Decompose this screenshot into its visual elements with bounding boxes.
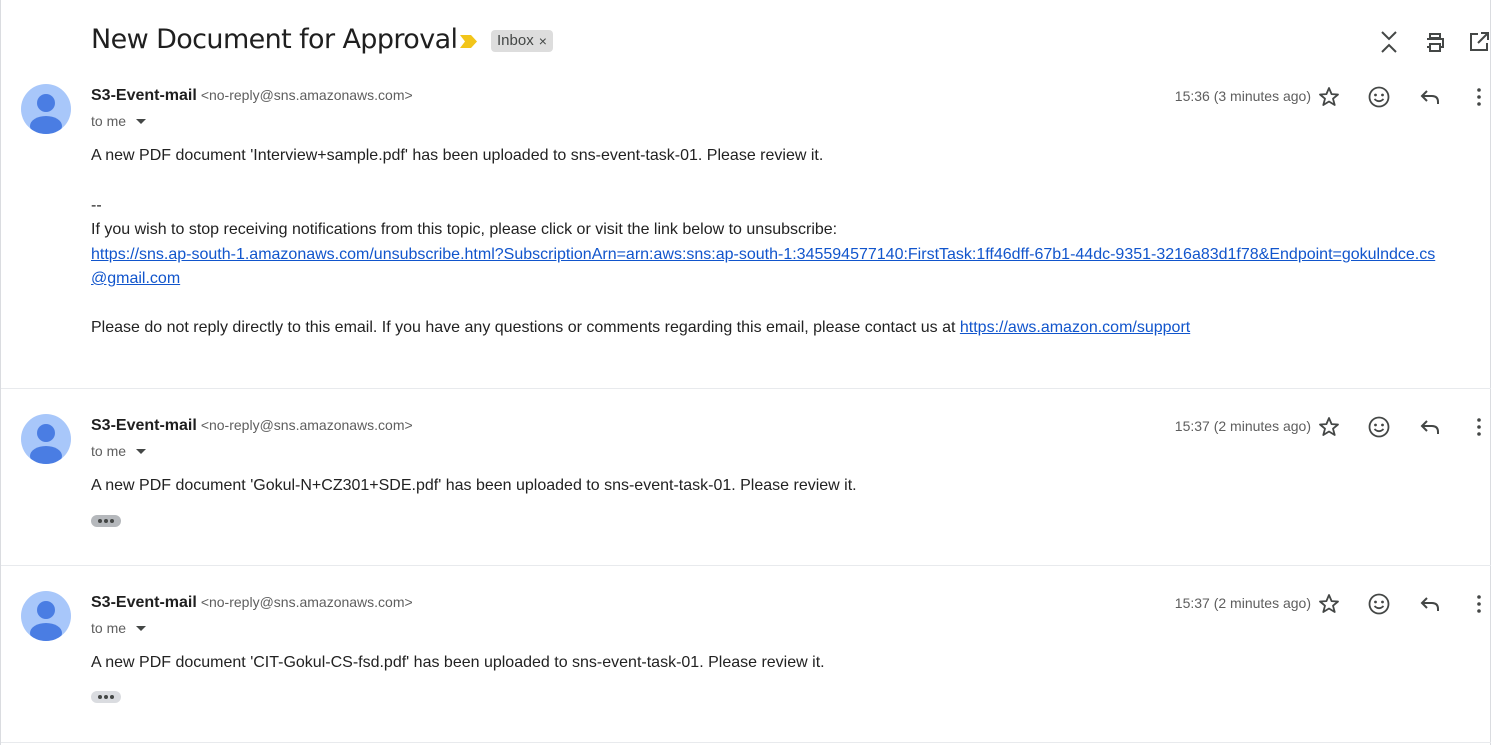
person-icon — [30, 424, 62, 464]
chevron-down-icon[interactable] — [136, 118, 147, 124]
remove-label-icon[interactable]: × — [539, 30, 547, 52]
sender-email: <no-reply@sns.amazonaws.com> — [200, 594, 413, 610]
emoji-reaction-icon[interactable] — [1367, 592, 1391, 616]
inbox-label-chip: Inbox × — [491, 30, 553, 52]
recipient-details[interactable]: to me — [91, 443, 147, 459]
body-paragraph: A new PDF document 'Gokul-N+CZ301+SDE.pd… — [91, 477, 857, 494]
message-body: A new PDF document 'CIT-Gokul-CS-fsd.pdf… — [91, 651, 825, 676]
print-icon[interactable] — [1423, 30, 1447, 54]
unsubscribe-link[interactable]: https://sns.ap-south-1.amazonaws.com/uns… — [91, 243, 1436, 292]
show-trimmed-content-button[interactable] — [91, 691, 121, 703]
message-divider — [1, 742, 1491, 743]
body-paragraph: A new PDF document 'CIT-Gokul-CS-fsd.pdf… — [91, 654, 825, 671]
label-text: Inbox — [497, 32, 534, 49]
sender-name[interactable]: S3-Event-mail — [91, 417, 197, 434]
more-options-icon[interactable] — [1467, 592, 1491, 616]
star-icon[interactable] — [1317, 592, 1341, 616]
sender-line: S3-Event-mail <no-reply@sns.amazonaws.com… — [91, 417, 413, 435]
message-body: A new PDF document 'Gokul-N+CZ301+SDE.pd… — [91, 474, 857, 499]
message-timestamp: 15:37 (2 minutes ago) — [1174, 595, 1311, 611]
thread-subject: New Document for Approval — [91, 24, 458, 55]
collapse-all-icon[interactable] — [1377, 30, 1401, 54]
importance-marker-icon[interactable] — [460, 35, 478, 48]
show-trimmed-content-button[interactable] — [91, 515, 121, 527]
recipient-details[interactable]: to me — [91, 620, 147, 636]
body-paragraph: A new PDF document 'Interview+sample.pdf… — [91, 147, 824, 164]
reply-icon[interactable] — [1418, 415, 1442, 439]
message-timestamp: 15:36 (3 minutes ago) — [1174, 88, 1311, 104]
message-divider — [1, 565, 1491, 566]
unsubscribe-text: If you wish to stop receiving notificati… — [91, 221, 838, 238]
sender-line: S3-Event-mail <no-reply@sns.amazonaws.com… — [91, 87, 413, 105]
more-options-icon[interactable] — [1467, 85, 1491, 109]
star-icon[interactable] — [1317, 85, 1341, 109]
support-link[interactable]: https://aws.amazon.com/support — [960, 319, 1190, 336]
reply-icon[interactable] — [1418, 592, 1442, 616]
sender-email: <no-reply@sns.amazonaws.com> — [200, 417, 413, 433]
recipient-label: to me — [91, 443, 127, 459]
footer-paragraph: Please do not reply directly to this ema… — [91, 316, 1436, 341]
sender-email: <no-reply@sns.amazonaws.com> — [200, 87, 413, 103]
open-in-new-window-icon[interactable] — [1467, 30, 1491, 54]
sender-line: S3-Event-mail <no-reply@sns.amazonaws.com… — [91, 594, 413, 612]
recipient-label: to me — [91, 113, 127, 129]
person-icon — [30, 601, 62, 641]
sender-name[interactable]: S3-Event-mail — [91, 87, 197, 104]
thread-view — [0, 0, 1491, 745]
message-timestamp: 15:37 (2 minutes ago) — [1174, 418, 1311, 434]
person-icon — [30, 94, 62, 134]
message-body: A new PDF document 'Interview+sample.pdf… — [91, 144, 1436, 340]
more-options-icon[interactable] — [1467, 415, 1491, 439]
emoji-reaction-icon[interactable] — [1367, 415, 1391, 439]
message-divider — [1, 388, 1491, 389]
sender-avatar[interactable] — [21, 414, 71, 464]
recipient-details[interactable]: to me — [91, 113, 147, 129]
chevron-down-icon[interactable] — [136, 448, 147, 454]
sender-name[interactable]: S3-Event-mail — [91, 594, 197, 611]
signature-separator: -- — [91, 196, 102, 214]
recipient-label: to me — [91, 620, 127, 636]
chevron-down-icon[interactable] — [136, 625, 147, 631]
reply-icon[interactable] — [1418, 85, 1442, 109]
emoji-reaction-icon[interactable] — [1367, 85, 1391, 109]
footer-text: Please do not reply directly to this ema… — [91, 318, 960, 336]
sender-avatar[interactable] — [21, 84, 71, 134]
star-icon[interactable] — [1317, 415, 1341, 439]
sender-avatar[interactable] — [21, 591, 71, 641]
